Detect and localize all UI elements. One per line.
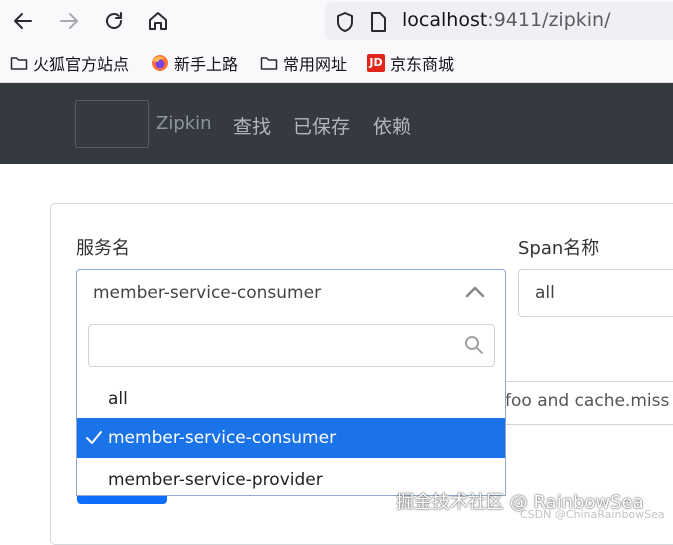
back-arrow-icon[interactable] [8,6,38,36]
url-bar[interactable]: localhost:9411/zipkin/ [325,2,673,40]
jd-icon-text: JD [369,56,383,69]
dropdown-search-input[interactable] [88,324,495,367]
dropdown-option-all[interactable]: all [77,379,505,419]
bookmark-label: 京东商城 [390,55,455,74]
folder-icon [10,54,28,72]
service-name-value: member-service-consumer [93,283,322,303]
shield-icon[interactable] [335,11,355,37]
nav-link-dependencies[interactable]: 依赖 [373,112,411,139]
logo[interactable] [75,100,149,148]
span-name-value: all [535,283,555,303]
option-label: member-service-consumer [108,428,337,448]
search-icon [464,335,484,359]
bookmark-label: 常用网址 [283,55,348,74]
bookmark-item[interactable]: 新手上路 [151,52,238,74]
app-header: Zipkin 查找 已保存 依赖 [0,83,673,164]
bookmark-label: 新手上路 [174,55,239,74]
tags-input[interactable]: foo and cache.miss [495,381,673,425]
url-host: localhost [402,9,488,31]
tags-input-value: foo and cache.miss [505,391,670,411]
service-name-label: 服务名 [76,238,130,259]
span-name-select[interactable]: all [518,269,673,317]
reload-icon[interactable] [99,6,129,36]
brand-name[interactable]: Zipkin [156,113,212,134]
firefox-icon [151,54,169,72]
nav-link-saved[interactable]: 已保存 [293,112,350,139]
jd-icon: JD [367,54,385,72]
folder-icon [260,54,278,72]
dropdown-option-member-service-consumer[interactable]: member-service-consumer [77,418,505,458]
url-text[interactable]: localhost:9411/zipkin/ [402,9,611,31]
option-label: member-service-provider [108,470,323,490]
option-label: all [108,389,128,409]
checkmark-icon [85,430,103,451]
bookmarks-bar: 火狐官方站点 新手上路 常用网址 JD 京东商城 [0,42,673,83]
home-icon[interactable] [143,6,173,36]
forward-arrow-icon[interactable] [54,6,84,36]
bookmark-item[interactable]: 常用网址 [260,52,347,74]
bookmark-label: 火狐官方站点 [33,55,130,74]
chevron-up-icon[interactable] [465,284,485,304]
span-name-label: Span名称 [518,238,600,259]
browser-toolbar: localhost:9411/zipkin/ [0,0,673,42]
bookmark-item[interactable]: JD 京东商城 [367,52,454,74]
service-dropdown: all member-service-consumer member-servi… [76,315,506,496]
nav-link-search[interactable]: 查找 [233,112,271,139]
service-name-select[interactable]: member-service-consumer [76,269,506,317]
url-path: :9411/zipkin/ [487,9,611,31]
watermark-sub: CSDN @ChinaRainbowSea [520,508,665,521]
bookmark-item[interactable]: 火狐官方站点 [10,52,129,74]
page-icon[interactable] [369,11,387,37]
